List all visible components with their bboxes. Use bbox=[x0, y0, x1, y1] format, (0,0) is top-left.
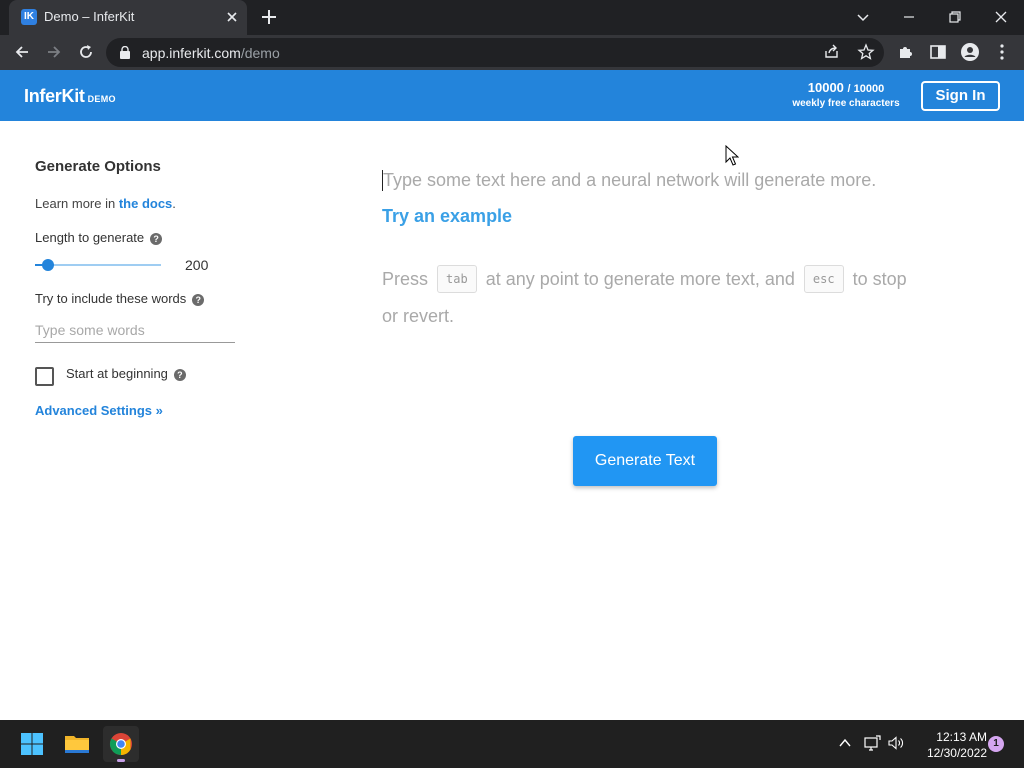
slider-track[interactable] bbox=[35, 264, 161, 266]
length-label: Length to generate? bbox=[35, 230, 163, 245]
reload-icon[interactable] bbox=[75, 41, 97, 63]
file-explorer-icon[interactable] bbox=[59, 726, 95, 762]
volume-icon[interactable] bbox=[887, 734, 905, 752]
help-icon[interactable]: ? bbox=[150, 233, 163, 245]
quota-total: / 10000 bbox=[847, 83, 885, 95]
browser-tab-strip: IK Demo – InferKit bbox=[0, 0, 1024, 35]
quota-label: weekly free characters bbox=[792, 98, 900, 109]
tab-key-badge: tab bbox=[437, 265, 477, 293]
generate-text-button[interactable]: Generate Text bbox=[573, 436, 717, 486]
bookmark-star-icon[interactable] bbox=[855, 41, 877, 63]
tab-title: Demo – InferKit bbox=[44, 9, 135, 24]
options-title: Generate Options bbox=[35, 158, 161, 175]
tab-search-chevron-icon[interactable] bbox=[852, 6, 874, 28]
windows-taskbar: 12:13 AM 12/30/2022 1 bbox=[0, 720, 1024, 768]
address-bar[interactable]: app.inferkit.com/demo bbox=[106, 38, 884, 67]
close-window-icon[interactable] bbox=[990, 6, 1012, 28]
close-tab-icon[interactable] bbox=[223, 8, 241, 26]
chevron-up-icon[interactable] bbox=[836, 734, 854, 752]
url-path: /demo bbox=[240, 45, 280, 61]
url-host: app.inferkit.com bbox=[142, 45, 241, 61]
new-tab-icon[interactable] bbox=[259, 7, 279, 27]
minimize-icon[interactable] bbox=[898, 6, 920, 28]
quota-used: 10000 bbox=[807, 80, 844, 95]
share-icon[interactable] bbox=[821, 41, 843, 63]
character-quota: 10000 / 10000 weekly free characters bbox=[790, 80, 902, 110]
url-text: app.inferkit.com/demo bbox=[142, 45, 280, 61]
site-header: InferKit DEMO 10000 / 10000 weekly free c… bbox=[0, 70, 1024, 121]
logo-text: InferKit bbox=[24, 86, 85, 106]
forward-arrow-icon[interactable] bbox=[43, 41, 65, 63]
start-at-beginning-label[interactable]: Start at beginning? bbox=[66, 366, 186, 381]
include-words-label-text: Try to include these words bbox=[35, 291, 187, 306]
restore-icon[interactable] bbox=[944, 6, 966, 28]
browser-toolbar: app.inferkit.com/demo bbox=[0, 35, 1024, 70]
browser-tab[interactable]: IK Demo – InferKit bbox=[9, 0, 247, 35]
try-example-link[interactable]: Try an example bbox=[382, 206, 512, 227]
network-icon[interactable] bbox=[863, 734, 881, 752]
length-slider[interactable] bbox=[35, 259, 161, 271]
help-icon[interactable]: ? bbox=[192, 294, 205, 306]
system-clock[interactable]: 12:13 AM 12/30/2022 bbox=[915, 729, 987, 761]
keyboard-hint-line2: or revert. bbox=[382, 306, 455, 326]
notification-badge[interactable]: 1 bbox=[988, 736, 1004, 752]
lock-icon[interactable] bbox=[119, 46, 131, 59]
profile-avatar-icon[interactable] bbox=[959, 41, 981, 63]
clock-date: 12/30/2022 bbox=[926, 746, 987, 760]
length-value: 200 bbox=[185, 257, 209, 273]
include-words-label: Try to include these words? bbox=[35, 291, 205, 306]
active-app-indicator bbox=[117, 759, 125, 762]
learn-more-text: Learn more in the docs. bbox=[35, 196, 176, 211]
windows-start-icon[interactable] bbox=[14, 726, 50, 762]
demo-badge: DEMO bbox=[87, 94, 116, 104]
learn-prefix: Learn more in bbox=[35, 196, 119, 211]
keyboard-hint: Press tab at any point to generate more te… bbox=[382, 265, 907, 294]
hint-middle: at any point to generate more text, and bbox=[485, 268, 795, 289]
help-icon[interactable]: ? bbox=[173, 369, 186, 381]
start-at-beginning-checkbox[interactable] bbox=[35, 367, 54, 386]
hint-press: Press bbox=[382, 268, 429, 289]
advanced-settings-link[interactable]: Advanced Settings » bbox=[35, 403, 163, 418]
sign-in-button[interactable]: Sign In bbox=[921, 81, 1000, 111]
docs-link[interactable]: the docs bbox=[119, 196, 172, 211]
chrome-taskbar-button[interactable] bbox=[103, 726, 139, 762]
inferkit-favicon-icon: IK bbox=[21, 9, 37, 25]
mouse-pointer-icon bbox=[725, 145, 739, 166]
chrome-icon bbox=[110, 733, 132, 755]
clock-time: 12:13 AM bbox=[936, 730, 987, 744]
side-panel-icon[interactable] bbox=[927, 41, 949, 63]
length-label-text: Length to generate bbox=[35, 230, 145, 245]
quota-count: 10000 / 10000 bbox=[790, 80, 902, 97]
start-label-text: Start at beginning bbox=[66, 366, 168, 381]
browser-menu-icon[interactable] bbox=[991, 41, 1013, 63]
back-arrow-icon[interactable] bbox=[11, 41, 33, 63]
extensions-puzzle-icon[interactable] bbox=[895, 41, 917, 63]
hint-end: to stop bbox=[852, 268, 907, 289]
slider-thumb[interactable] bbox=[41, 259, 54, 271]
inferkit-logo[interactable]: InferKit DEMO bbox=[24, 86, 116, 107]
learn-suffix: . bbox=[172, 196, 176, 211]
esc-key-badge: esc bbox=[803, 265, 844, 293]
editor-placeholder[interactable]: Type some text here and a neural network… bbox=[383, 170, 876, 191]
include-words-input[interactable] bbox=[35, 317, 235, 343]
